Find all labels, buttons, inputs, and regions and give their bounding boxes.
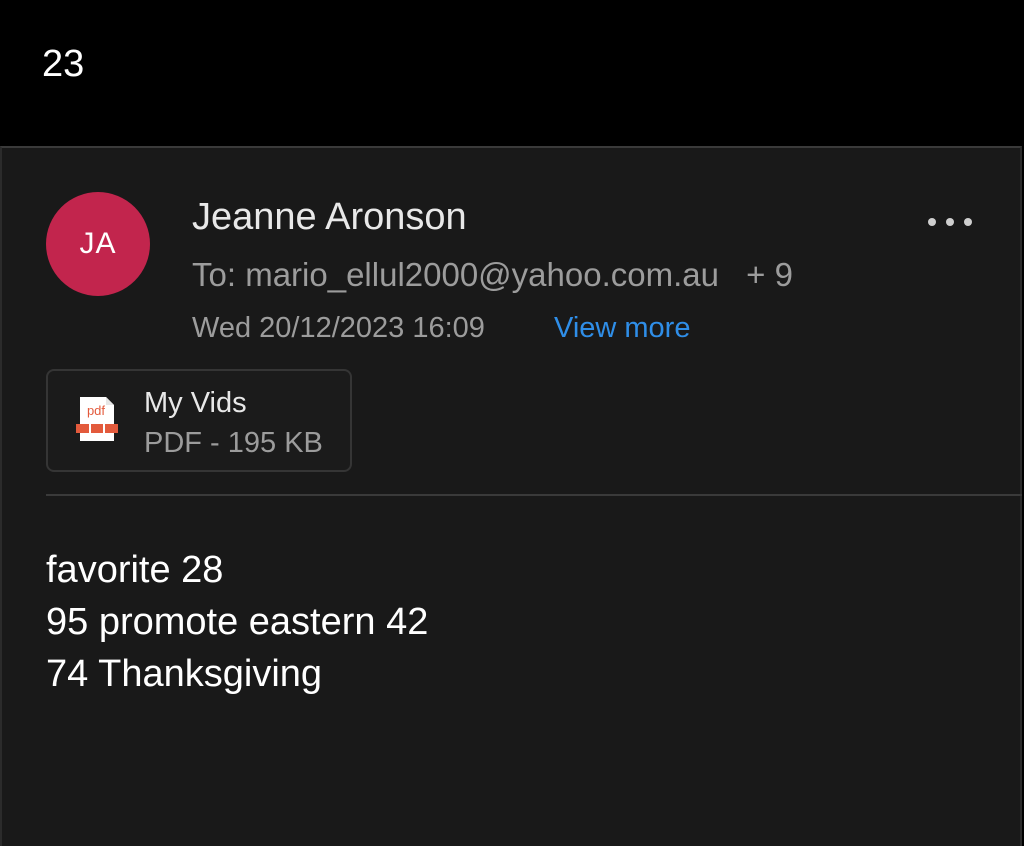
more-horizontal-icon-dot: [964, 218, 972, 226]
pdf-file-icon: pdf: [76, 397, 118, 441]
more-horizontal-icon: [928, 218, 936, 226]
sent-date: Wed 20/12/2023 16:09: [192, 312, 485, 344]
body-line: favorite 28: [46, 549, 224, 591]
more-horizontal-icon-dot: [946, 218, 954, 226]
body-line: 95 promote eastern 42: [46, 601, 429, 643]
more-options-button[interactable]: [924, 204, 976, 240]
attachment-meta: PDF - 195 KB: [144, 427, 323, 459]
avatar[interactable]: JA: [46, 192, 150, 296]
recipient-address: mario_ellul2000@yahoo.com.au: [245, 256, 719, 293]
recipients-line[interactable]: To: mario_ellul2000@yahoo.com.au + 9: [192, 254, 793, 296]
message-body: favorite 28 95 promote eastern 42 74 Tha…: [46, 544, 428, 700]
sender-name[interactable]: Jeanne Aronson: [192, 194, 467, 240]
attachment-card[interactable]: pdf My Vids PDF - 195 KB: [46, 369, 352, 472]
message-card: JA Jeanne Aronson To: mario_ellul2000@ya…: [0, 146, 1022, 846]
divider: [46, 494, 1022, 496]
email-viewer: 23 JA Jeanne Aronson To: mario_ellul2000…: [0, 0, 1024, 846]
view-more-link[interactable]: View more: [554, 310, 690, 346]
to-label: To:: [192, 256, 237, 293]
extra-recipients-count[interactable]: + 9: [746, 256, 793, 293]
message-counter: 23: [42, 43, 85, 85]
attachment-name: My Vids: [144, 387, 247, 419]
pdf-icon-label: pdf: [87, 403, 105, 418]
body-line: 74 Thanksgiving: [46, 653, 323, 695]
top-bar: 23: [0, 0, 1024, 146]
